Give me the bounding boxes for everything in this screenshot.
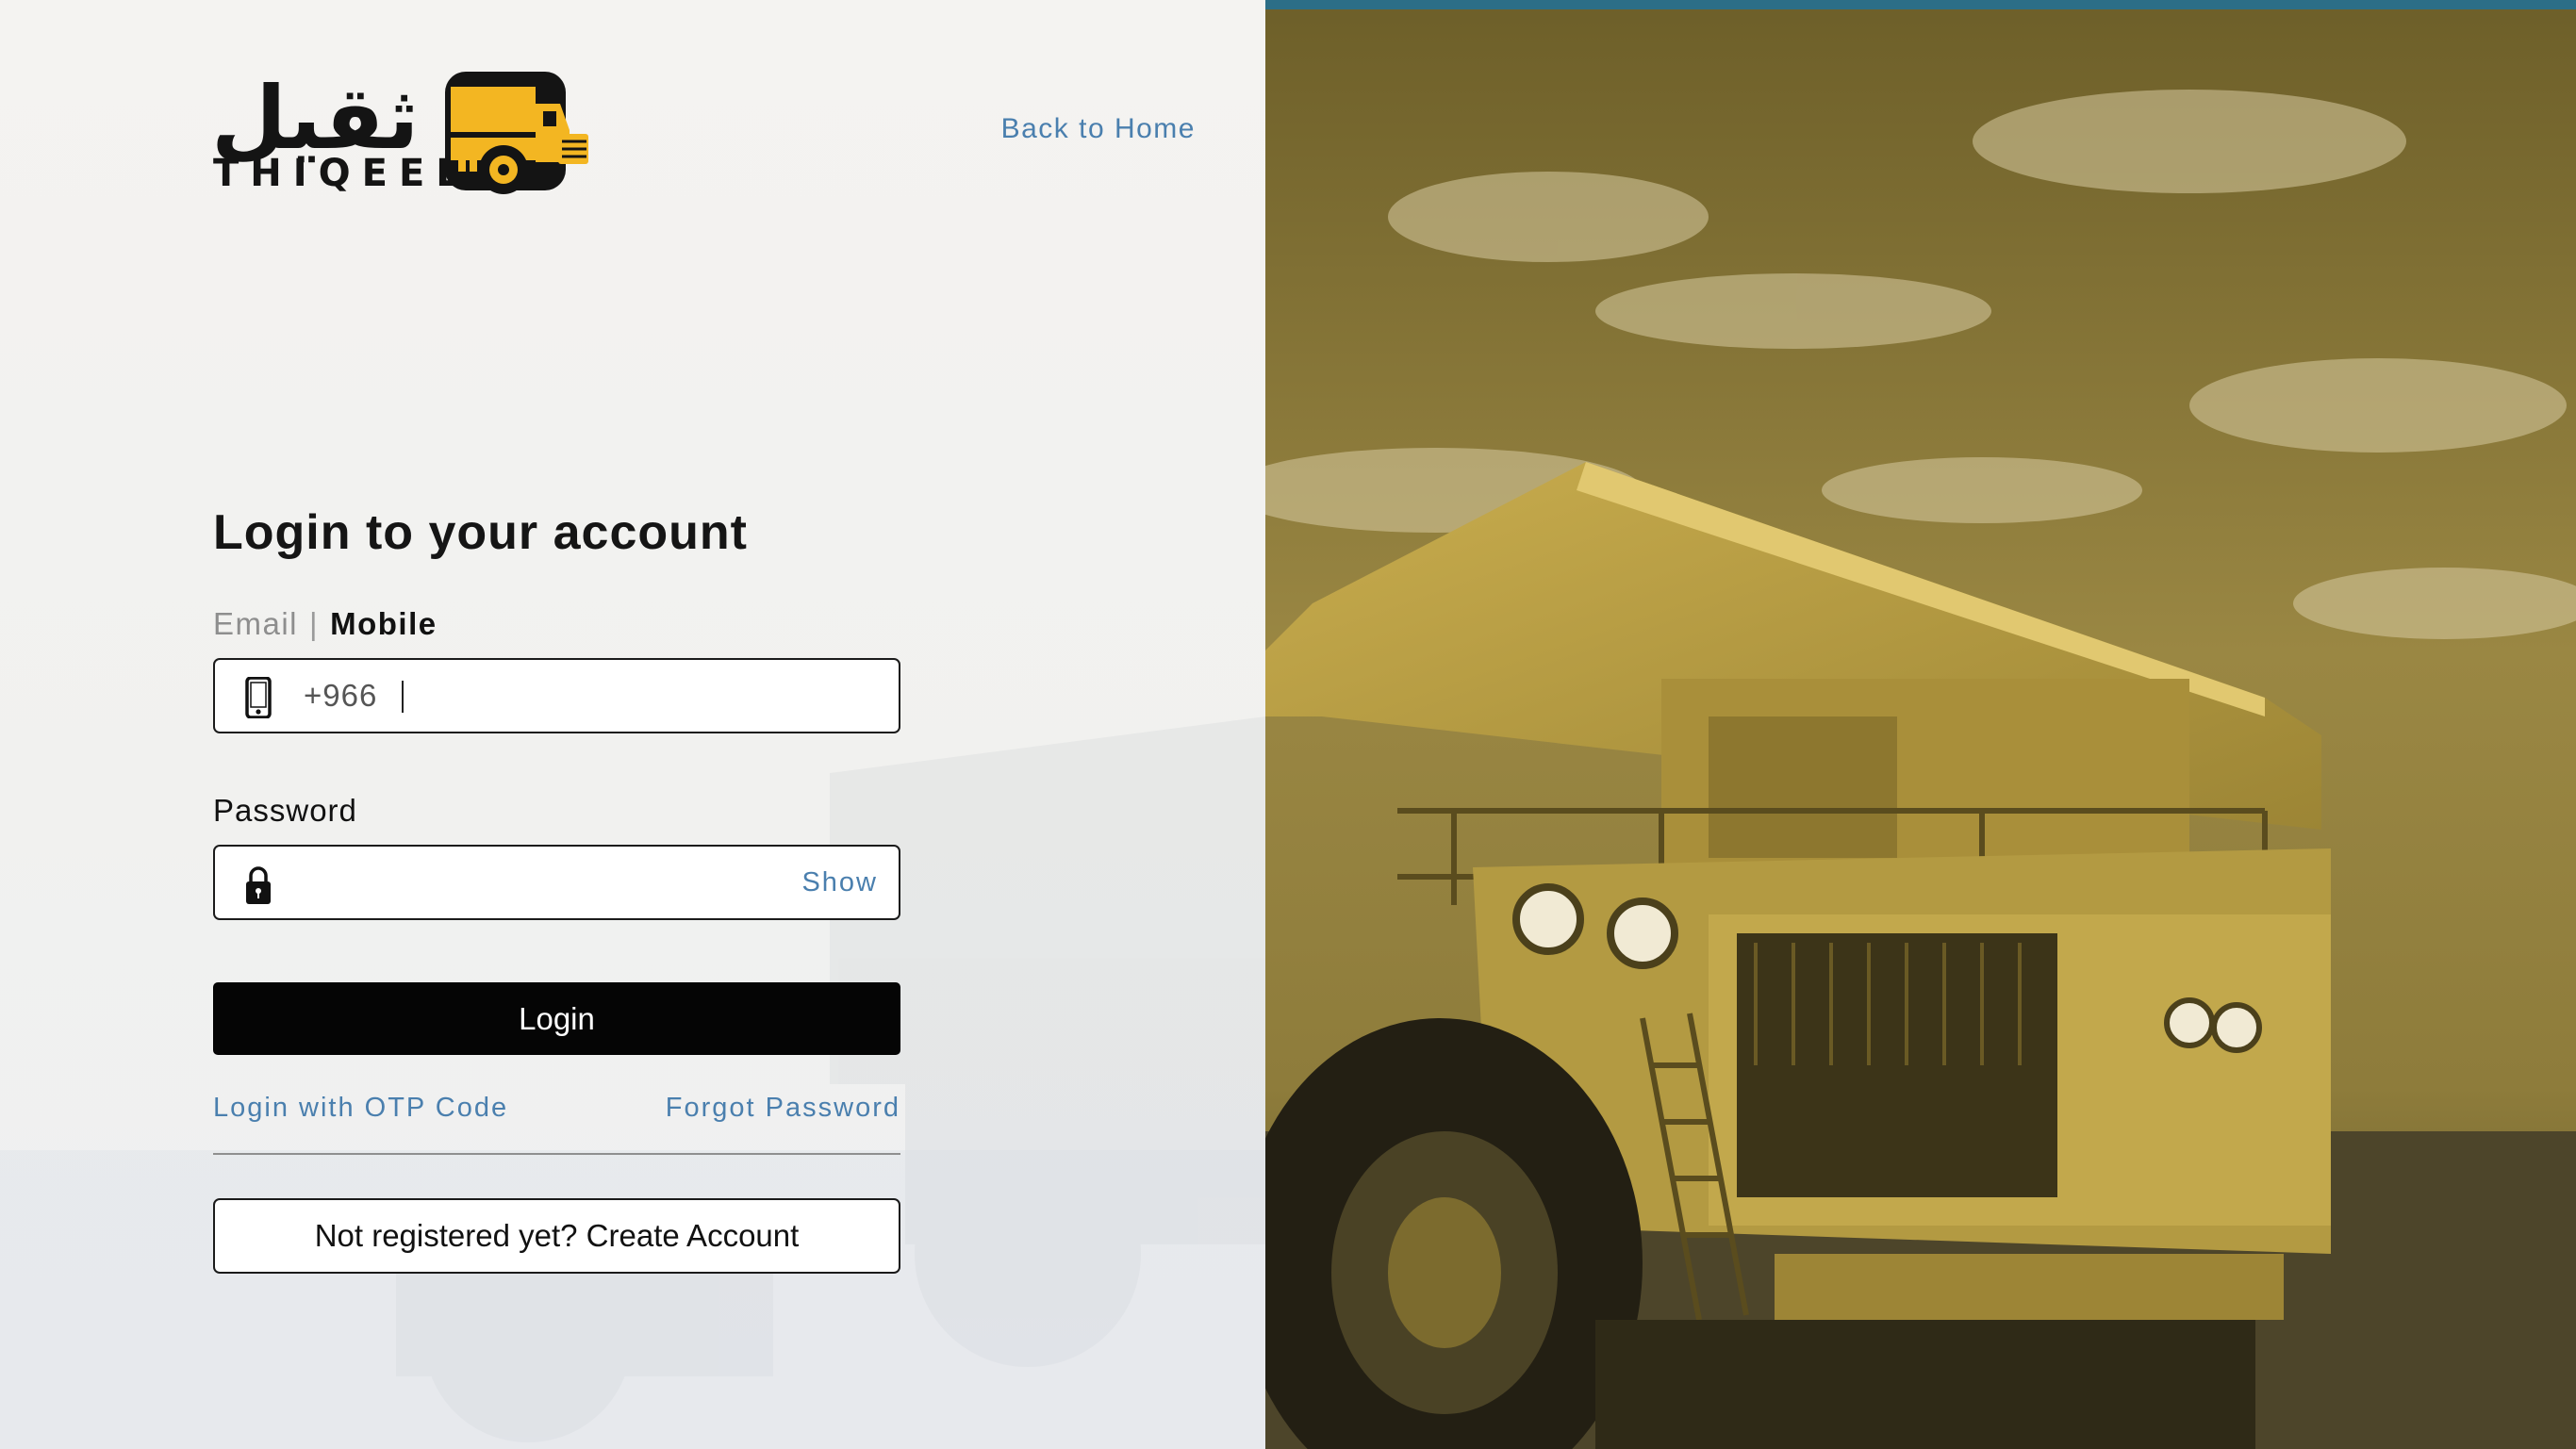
forgot-password-link[interactable]: Forgot Password bbox=[666, 1093, 900, 1124]
country-code-prefix: +966 bbox=[304, 678, 378, 713]
top-accent-bar bbox=[1265, 0, 2576, 9]
login-form: Login to your account Email | Mobile +966 … bbox=[213, 500, 900, 1274]
login-button[interactable]: Login bbox=[213, 982, 900, 1055]
email-mode-tab[interactable]: Email bbox=[213, 606, 298, 641]
dump-truck-logo-icon bbox=[445, 72, 588, 194]
thiqeel-logo[interactable]: ثقيل THIQEEL bbox=[211, 72, 588, 198]
mobile-mode-tab[interactable]: Mobile bbox=[330, 606, 438, 641]
text-cursor bbox=[402, 681, 404, 713]
back-to-home-link[interactable]: Back to Home bbox=[1001, 113, 1196, 145]
create-account-button[interactable]: Not registered yet? Create Account bbox=[213, 1198, 900, 1274]
lock-icon bbox=[246, 866, 271, 904]
login-mode-switch: Email | Mobile bbox=[213, 603, 900, 645]
login-panel: ثقيل THIQEEL Back to Home Login to your … bbox=[0, 0, 1265, 1449]
mobile-field[interactable]: +966 bbox=[213, 658, 900, 733]
mode-separator: | bbox=[309, 606, 320, 641]
login-page: ثقيل THIQEEL Back to Home Login to your … bbox=[0, 0, 2576, 1449]
logo-latin-text: THIQEEL bbox=[213, 152, 471, 195]
show-password-toggle[interactable]: Show bbox=[801, 847, 878, 918]
password-label: Password bbox=[213, 793, 357, 828]
password-input[interactable] bbox=[290, 854, 784, 913]
hero-image-panel bbox=[1265, 0, 2576, 1449]
mining-dump-truck-photo bbox=[1265, 0, 2576, 1449]
page-title: Login to your account bbox=[213, 505, 748, 560]
login-with-otp-link[interactable]: Login with OTP Code bbox=[213, 1093, 508, 1124]
divider bbox=[213, 1153, 900, 1155]
auth-links-row: Login with OTP Code Forgot Password bbox=[213, 1093, 900, 1130]
password-field[interactable]: Show bbox=[213, 845, 900, 920]
mobile-input[interactable] bbox=[415, 667, 871, 726]
phone-icon bbox=[245, 677, 272, 718]
